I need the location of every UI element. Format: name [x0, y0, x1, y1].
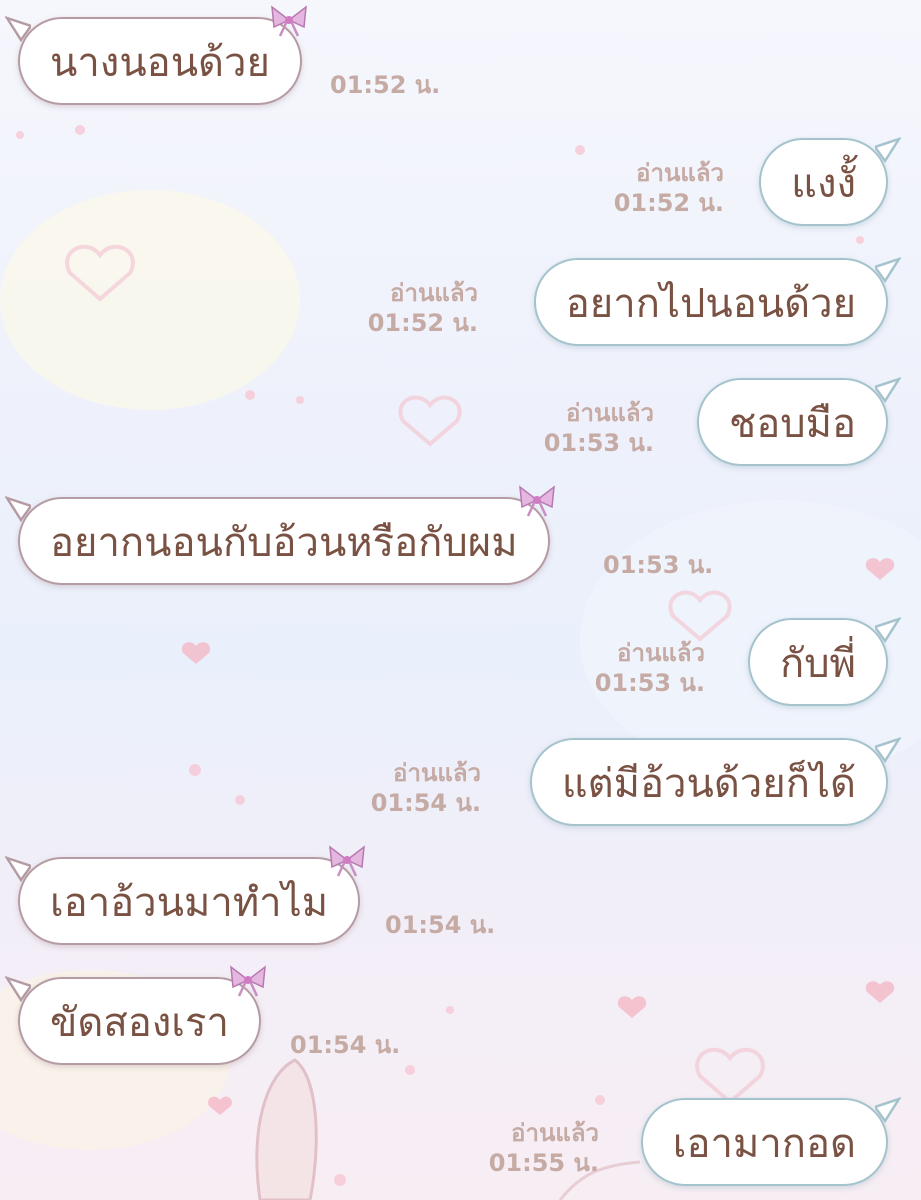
- message-bubble-outgoing[interactable]: กับพี่: [748, 617, 901, 706]
- read-receipt: อ่านแล้ว: [511, 1119, 599, 1147]
- message-text: ชอบมือ: [729, 401, 856, 447]
- message-meta: อ่านแล้ว 01:53 น.: [595, 638, 705, 698]
- bubble-tail: [5, 976, 31, 1002]
- bubble-tail: [875, 257, 901, 283]
- message-time: 01:53 น.: [594, 669, 705, 697]
- message-text: กับพี่: [780, 641, 856, 687]
- chat-message-list[interactable]: นางนอนด้วย 01:52 น. อ่านแล้ว 01:52 น. แง…: [0, 0, 921, 1200]
- bubble-tail: [5, 856, 31, 882]
- message-text: แงงั้: [791, 161, 856, 207]
- message-time: 01:55 น.: [488, 1149, 599, 1177]
- bubble-tail: [5, 496, 31, 522]
- message-bubble-outgoing[interactable]: เอามากอด: [640, 1097, 901, 1186]
- message-time: 01:54 น.: [290, 1031, 401, 1059]
- read-receipt: อ่านแล้ว: [390, 279, 478, 307]
- message-meta: อ่านแล้ว 01:53 น.: [544, 398, 654, 458]
- message-time: 01:52 น.: [613, 189, 724, 217]
- bow-icon: [518, 485, 555, 517]
- message-bubble-outgoing[interactable]: ชอบมือ: [697, 377, 901, 466]
- bubble-tail: [875, 737, 901, 763]
- message-time: 01:52 น.: [330, 71, 441, 99]
- message-time: 01:54 น.: [370, 789, 481, 817]
- message-meta: 01:54 น.: [385, 910, 495, 940]
- read-receipt: อ่านแล้ว: [566, 399, 654, 427]
- bubble-tail: [875, 617, 901, 643]
- message-meta: 01:52 น.: [330, 70, 440, 100]
- bubble-tail: [875, 137, 901, 163]
- bow-icon: [271, 5, 307, 37]
- message-time: 01:53 น.: [603, 551, 714, 579]
- message-meta: อ่านแล้ว 01:54 น.: [371, 758, 481, 818]
- message-time: 01:52 น.: [367, 309, 478, 337]
- bubble-tail: [875, 1097, 901, 1123]
- message-bubble-incoming[interactable]: เอาอ้วนมาทำไม: [5, 845, 366, 945]
- bow-icon: [229, 965, 266, 997]
- message-text: อยากไปนอนด้วย: [565, 281, 856, 327]
- message-text: เอาอ้วนมาทำไม: [50, 880, 329, 926]
- message-meta: อ่านแล้ว 01:52 น.: [614, 158, 724, 218]
- message-meta: อ่านแล้ว 01:52 น.: [368, 278, 478, 338]
- message-bubble-incoming[interactable]: อยากนอนกับอ้วนหรือกับผม: [5, 485, 555, 585]
- read-receipt: อ่านแล้ว: [636, 159, 724, 187]
- message-text: อยากนอนกับอ้วนหรือกับผม: [50, 520, 518, 566]
- message-meta: 01:53 น.: [603, 550, 713, 580]
- message-time: 01:53 น.: [543, 429, 654, 457]
- message-text: เอามากอด: [672, 1121, 856, 1167]
- bubble-tail: [875, 377, 901, 403]
- message-bubble-incoming[interactable]: นางนอนด้วย: [5, 5, 307, 105]
- message-bubble-incoming[interactable]: ขัดสองเรา: [5, 965, 266, 1065]
- read-receipt: อ่านแล้ว: [393, 759, 481, 787]
- message-text: นางนอนด้วย: [50, 40, 270, 86]
- read-receipt: อ่านแล้ว: [617, 639, 705, 667]
- message-text: แต่มีอ้วนด้วยก็ได้: [561, 761, 856, 807]
- bow-icon: [329, 845, 366, 877]
- message-meta: 01:54 น.: [290, 1030, 400, 1060]
- message-time: 01:54 น.: [385, 911, 496, 939]
- message-text: ขัดสองเรา: [50, 1000, 229, 1046]
- message-meta: อ่านแล้ว 01:55 น.: [489, 1118, 599, 1178]
- message-bubble-outgoing[interactable]: อยากไปนอนด้วย: [533, 257, 901, 346]
- message-bubble-outgoing[interactable]: แต่มีอ้วนด้วยก็ได้: [529, 737, 901, 826]
- message-bubble-outgoing[interactable]: แงงั้: [759, 137, 901, 226]
- bubble-tail: [5, 16, 31, 42]
